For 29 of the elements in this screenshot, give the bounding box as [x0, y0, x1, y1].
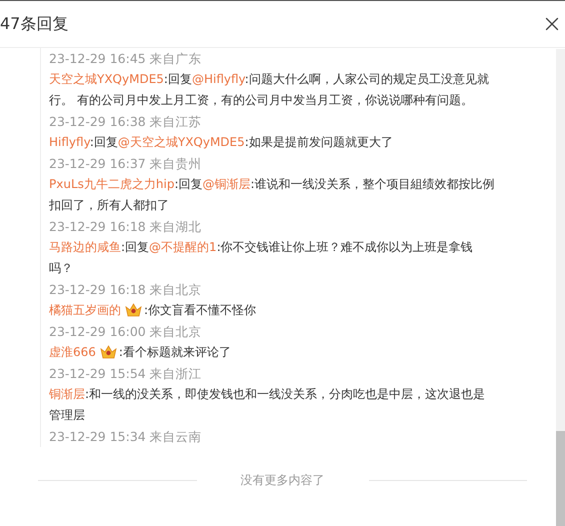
comment-text: 虚淮666 :看个标题就来评论了	[49, 343, 232, 361]
dialog-title: 47条回复	[0, 14, 68, 34]
comment-time: 23-12-29 16:00 来自北京	[49, 323, 203, 341]
author-link[interactable]: 铜渐层	[49, 387, 85, 401]
mention-link[interactable]: @不提醒的1	[149, 240, 217, 254]
author-link[interactable]: 天空之城YXQyMDE5	[49, 72, 164, 86]
comment-time: 23-12-29 16:45 来自广东	[49, 50, 203, 68]
comment-time: 23-12-29 16:18 来自湖北	[49, 218, 203, 236]
comment-text: 天空之城YXQyMDE5:回复@Hiflyfly:问题大什么啊，人家公司的规定员工没意见就行。 有的公司月中发上月工资，有的公司月中发当月工资，你说说哪种有问题。	[49, 71, 490, 109]
comment-text: 铜渐层:和一线的没关系，即使发钱也和一线没关系，分肉吃也是中层，这次退也是管理层	[49, 386, 486, 424]
author-link[interactable]: 橘猫五岁画的	[49, 303, 121, 317]
author-link[interactable]: 马路边的咸鱼	[49, 240, 121, 254]
comment-text: 橘猫五岁画的 :你文盲看不懂不怪你	[49, 301, 258, 319]
author-link[interactable]: 虚淮666	[49, 345, 96, 359]
comment-text: PxuLs九牛二虎之力hip:回复@铜渐层:谁说和一线没关系，整个项目組绩效都按比例扣回了，所有人都扣了	[49, 176, 495, 214]
mention-link[interactable]: @铜渐层	[202, 177, 250, 191]
comment-time: 23-12-29 15:34 来自云南	[49, 428, 203, 446]
end-of-list-text: 没有更多内容了	[240, 472, 326, 489]
author-link[interactable]: PxuLs九牛二虎之力hip	[49, 177, 174, 191]
author-link[interactable]: Hiflyfly	[49, 135, 90, 149]
mention-link[interactable]: @Hiflyfly	[192, 72, 245, 86]
comment-text: Hiflyfly:回复@天空之城YXQyMDE5:如果是提前发问题就更大了	[49, 134, 394, 151]
comment-time: 23-12-29 16:18 来自北京	[49, 281, 203, 299]
comment-time: 23-12-29 16:38 来自江苏	[49, 113, 203, 131]
mention-link[interactable]: @天空之城YXQyMDE5	[118, 135, 245, 149]
comment-time: 23-12-29 15:54 来自浙江	[49, 365, 203, 383]
comment-text: 马路边的咸鱼:回复@不提醒的1:你不交钱谁让你上班？难不成你以为上班是拿钱吗？	[49, 239, 474, 277]
scrollbar-thumb[interactable]	[556, 431, 565, 526]
comment-time: 23-12-29 16:37 来自贵州	[49, 155, 203, 173]
